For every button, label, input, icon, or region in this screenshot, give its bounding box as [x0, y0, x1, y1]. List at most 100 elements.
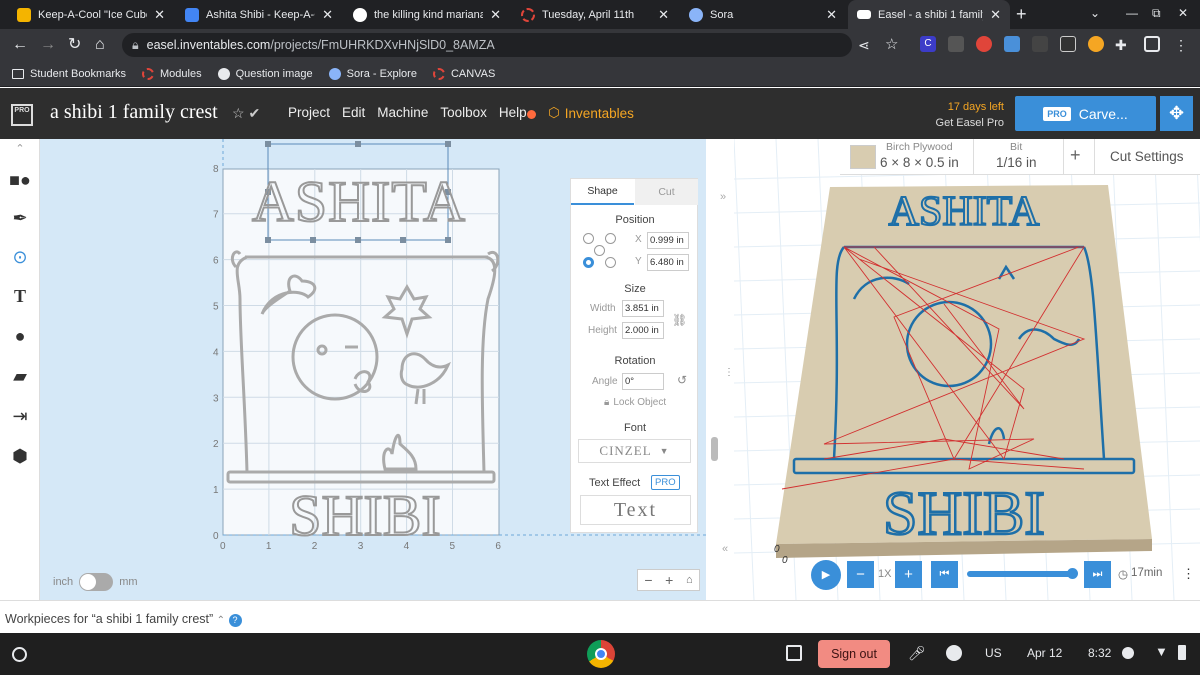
collapse-up-icon[interactable]: ⌃ [0, 139, 40, 157]
sign-out-button[interactable]: Sign out [818, 640, 890, 668]
playback-slider[interactable] [967, 571, 1073, 577]
chevron-up-icon[interactable]: ⌃ [217, 615, 225, 626]
faster-button[interactable]: + [895, 561, 922, 588]
material-swatch[interactable] [850, 145, 876, 169]
expand-icon[interactable]: ✥ [1160, 96, 1193, 131]
kebab-menu-icon[interactable]: ⋮ [1174, 35, 1188, 55]
browser-tab[interactable]: Ashita Shibi - Keep-A-C ✕ [176, 0, 342, 29]
address-bar[interactable]: 🔒︎ easel.inventables.com/projects/FmUHRK… [122, 33, 852, 57]
expand-right-icon[interactable]: » [720, 191, 726, 203]
shapes-icon[interactable]: ■● [0, 161, 40, 199]
easel-pro-logo[interactable]: PRO [11, 104, 33, 126]
close-icon[interactable]: ✕ [322, 7, 333, 23]
close-icon[interactable]: ✕ [490, 7, 501, 23]
tab-search-icon[interactable]: ⌄ [1090, 6, 1100, 20]
playback-thumb[interactable] [1067, 568, 1078, 579]
battery-icon[interactable] [1178, 645, 1186, 660]
slower-button[interactable]: − [847, 561, 874, 588]
link-proportions-icon[interactable]: ⛓ [672, 313, 687, 327]
accessibility-icon[interactable] [946, 645, 962, 661]
bit-value[interactable]: 1/16 in [996, 155, 1037, 170]
skip-forward-icon[interactable]: ⏭ [1084, 561, 1111, 588]
bookmark-question-image[interactable]: Question image [217, 67, 313, 80]
reset-rotation-icon[interactable]: ↺ [677, 373, 687, 387]
close-icon[interactable]: ✕ [826, 7, 837, 23]
y-position-field[interactable]: 6.480 in [647, 254, 689, 271]
width-field[interactable]: 3.851 in [622, 300, 664, 317]
shelf-date[interactable]: Apr 12 [1027, 646, 1062, 660]
zoom-out-icon[interactable]: − [644, 572, 652, 588]
favorite-star-icon[interactable]: ☆ ✔ [232, 105, 260, 122]
browser-tab[interactable]: Keep-A-Cool "Ice Cube" ✕ [8, 0, 174, 29]
menu-help[interactable]: Help [499, 105, 527, 120]
home-icon[interactable]: ⌂ [95, 35, 105, 55]
puzzle-icon[interactable]: ✚ [1115, 35, 1127, 55]
project-title[interactable]: a shibi 1 family crest [50, 101, 218, 124]
3d-box-icon[interactable]: ⬢ [0, 437, 40, 475]
wifi-icon[interactable]: ▼ [1155, 644, 1168, 659]
anchor-picker[interactable] [583, 233, 619, 269]
cut-settings-button[interactable]: Cut Settings [1110, 149, 1184, 164]
workpieces-toggle[interactable]: Workpieces for “a shibi 1 family crest” … [5, 612, 242, 627]
pro-badge[interactable]: PRO [651, 475, 680, 490]
bookmark-star-icon[interactable]: ☆ [885, 35, 898, 55]
more-options-icon[interactable]: ⋮ [724, 367, 734, 378]
apple-icon[interactable]: ● [0, 317, 40, 355]
chrome-icon[interactable] [587, 640, 615, 668]
shelf-time[interactable]: 8:32 [1088, 646, 1111, 660]
extension-icon[interactable] [1088, 36, 1104, 52]
bookmark-modules[interactable]: Modules [142, 67, 202, 80]
extension-icon[interactable] [948, 36, 964, 52]
browser-tab[interactable]: Sora ✕ [680, 0, 846, 29]
material-size[interactable]: 6 × 8 × 0.5 in [880, 155, 959, 170]
restore-icon[interactable]: ⧉ [1152, 6, 1161, 21]
trial-cta[interactable]: Get Easel Pro [920, 115, 1004, 131]
extension-c-icon[interactable]: C [920, 36, 936, 52]
launcher-icon[interactable] [12, 647, 27, 662]
carve-button[interactable]: PRO Carve... [1015, 96, 1156, 131]
unit-switch[interactable] [79, 573, 114, 591]
forward-icon[interactable]: → [40, 35, 56, 55]
collapse-left-icon[interactable]: « [722, 543, 728, 555]
menu-machine[interactable]: Machine [377, 105, 428, 120]
trial-status[interactable]: 17 days left Get Easel Pro [920, 99, 1004, 131]
angle-field[interactable]: 0° [622, 373, 664, 390]
vertical-scrollbar[interactable] [711, 437, 718, 461]
close-window-icon[interactable]: ✕ [1178, 6, 1188, 20]
browser-tab[interactable]: the killing kind mariana ✕ [344, 0, 510, 29]
play-icon[interactable]: ▶ [811, 560, 841, 590]
carve-preview[interactable]: ASHITA SHIBI 0 0 ▶ − 1X + ⏮ ⏭ ◷ 17min ⋮ [733, 138, 1200, 601]
text-effect-select[interactable]: Text [580, 495, 691, 525]
extension-record-icon[interactable] [976, 36, 992, 52]
add-bit-icon[interactable]: + [1070, 145, 1081, 166]
import-icon[interactable]: ⇥ [0, 397, 40, 435]
x-position-field[interactable]: 0.999 in [647, 232, 689, 249]
minimize-icon[interactable]: — [1126, 6, 1138, 20]
help-icon[interactable]: ? [228, 614, 242, 627]
extension-icon[interactable] [1004, 36, 1020, 52]
menu-edit[interactable]: Edit [342, 105, 365, 120]
input-language[interactable]: US [985, 646, 1002, 660]
browser-tab-active[interactable]: Easel - a shibi 1 family ✕ [848, 0, 1010, 29]
font-select[interactable]: CINZEL ▼ [578, 439, 691, 463]
notification-icon[interactable] [1122, 647, 1134, 659]
menu-toolbox[interactable]: Toolbox [440, 105, 487, 120]
tab-shape[interactable]: Shape [571, 179, 634, 205]
inventables-link[interactable]: ⬡ Inventables [548, 105, 634, 121]
unit-toggle[interactable]: inch mm [53, 573, 138, 591]
bottom-text-shibi[interactable]: SHIBI [288, 482, 441, 549]
zoom-in-icon[interactable]: + [665, 572, 673, 588]
microphone-icon[interactable]: 🎤︎ [908, 645, 926, 662]
back-icon[interactable]: ← [12, 35, 28, 55]
pen-icon[interactable]: ✒ [0, 199, 40, 237]
crosshair-icon[interactable]: ⊙ [0, 238, 40, 276]
share-icon[interactable]: ⋖ [858, 35, 870, 55]
skip-back-icon[interactable]: ⏮ [931, 561, 958, 588]
new-tab-button[interactable]: + [1016, 4, 1027, 25]
close-icon[interactable]: ✕ [658, 7, 669, 23]
material-name[interactable]: Birch Plywood [886, 141, 953, 153]
browser-tab[interactable]: Tuesday, April 11th ✕ [512, 0, 678, 29]
text-tool-icon[interactable]: T [0, 277, 40, 315]
height-field[interactable]: 2.000 in [622, 322, 664, 339]
menu-project[interactable]: Project [288, 105, 330, 120]
